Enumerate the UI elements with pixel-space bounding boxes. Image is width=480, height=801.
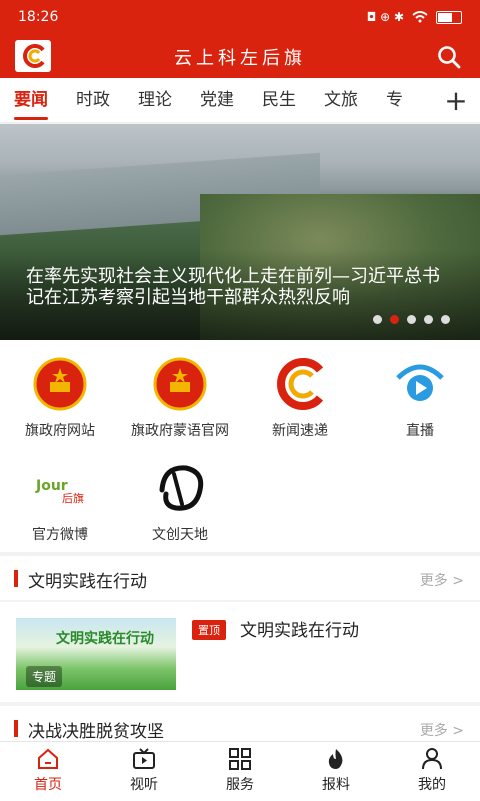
grid-item-culture[interactable]: 文创天地 — [120, 460, 240, 544]
grid-label: 旗政府蒙语官网 — [131, 423, 229, 439]
news-logo-icon — [277, 358, 324, 410]
more-link[interactable]: 更多 > — [420, 570, 464, 590]
status-extra-icons: ◘ ⊕ ✱ — [366, 10, 404, 24]
nav-profile[interactable]: 我的 — [384, 742, 480, 801]
tab-yaowen[interactable]: 要闻 — [0, 78, 62, 122]
status-icons: ◘ ⊕ ✱ — [367, 10, 462, 24]
nav-report[interactable]: 报料 — [288, 742, 384, 801]
article-thumbnail: 文明实践在行动 专题 — [16, 618, 176, 690]
carousel-dot-active[interactable] — [390, 315, 399, 324]
grid-label: 新闻速递 — [272, 423, 328, 439]
nav-service[interactable]: 服务 — [192, 742, 288, 801]
grid-item-live[interactable]: 直播 — [360, 356, 480, 440]
live-icon — [396, 364, 444, 401]
grid-item-news[interactable]: 新闻速递 — [240, 356, 360, 440]
grid-label: 文创天地 — [152, 527, 208, 543]
carousel-dots — [373, 315, 450, 324]
flame-icon — [328, 749, 343, 769]
news-carousel[interactable]: 在率先实现社会主义现代化上走在前列—习近平总书记在江苏考察引起当地干部群众热烈反… — [0, 124, 480, 340]
section-title: 文明实践在行动 — [28, 572, 147, 592]
grid-label: 旗政府网站 — [25, 423, 95, 439]
carousel-dot[interactable] — [407, 315, 416, 324]
nav-home[interactable]: 首页 — [0, 742, 96, 801]
app-title: 云上科左后旗 — [174, 48, 306, 69]
bottom-nav: 首页 视听 服务 报料 我的 — [0, 741, 480, 801]
svg-text:后旗: 后旗 — [62, 491, 84, 505]
article-card[interactable]: 文明实践在行动 专题 置顶 文明实践在行动 — [0, 602, 480, 702]
carousel-dot[interactable] — [441, 315, 450, 324]
channel-tabs: 要闻 时政 理论 党建 民生 文旅 专 + — [0, 78, 480, 123]
wifi-icon — [412, 11, 428, 23]
home-icon — [38, 748, 58, 769]
service-grid: 旗政府网站 旗政府蒙语官网 新闻速递 直播 Jour 后旗 官方微博 文创天地 — [0, 340, 480, 552]
tab-zhuan[interactable]: 专 — [372, 78, 417, 122]
status-bar: 18:26 ◘ ⊕ ✱ — [0, 0, 480, 34]
grid-label: 官方微博 — [32, 527, 88, 543]
status-time: 18:26 — [18, 9, 59, 25]
nav-video[interactable]: 视听 — [96, 742, 192, 801]
tab-minsheng[interactable]: 民生 — [248, 78, 310, 122]
search-icon[interactable] — [436, 44, 462, 70]
calligraphy-icon — [159, 465, 204, 511]
topic-tag: 专题 — [26, 666, 63, 687]
more-link[interactable]: 更多 > — [420, 720, 464, 740]
battery-icon — [436, 10, 462, 24]
tab-shizheng[interactable]: 时政 — [62, 78, 124, 122]
grid-item-weibo[interactable]: Jour 后旗 官方微博 — [0, 460, 120, 544]
carousel-dot[interactable] — [373, 315, 382, 324]
user-icon — [422, 748, 442, 770]
tab-dangjian[interactable]: 党建 — [186, 78, 248, 122]
section-title: 决战决胜脱贫攻坚 — [28, 722, 164, 742]
add-channel-icon[interactable]: + — [432, 78, 480, 122]
article-title: 文明实践在行动 — [240, 621, 359, 641]
grid-item-gov-mongolian[interactable]: 旗政府蒙语官网 — [120, 356, 240, 440]
carousel-dot[interactable] — [424, 315, 433, 324]
grid-label: 直播 — [406, 423, 434, 439]
emblem-icon — [153, 357, 207, 411]
grid-item-gov-site[interactable]: 旗政府网站 — [0, 356, 120, 440]
grid-icon — [229, 748, 251, 770]
pinned-badge: 置顶 — [192, 620, 226, 640]
weibo-logo-icon: Jour后旗 — [35, 478, 84, 505]
carousel-caption[interactable]: 在率先实现社会主义现代化上走在前列—习近平总书记在江苏考察引起当地干部群众热烈反… — [26, 266, 456, 308]
tv-icon — [133, 748, 155, 769]
tab-lilun[interactable]: 理论 — [124, 78, 186, 122]
section-header-civilization: 文明实践在行动 更多 > — [0, 556, 480, 600]
tab-wenlv[interactable]: 文旅 — [310, 78, 372, 122]
emblem-icon — [33, 357, 87, 411]
app-header: 云上科左后旗 — [0, 34, 480, 78]
